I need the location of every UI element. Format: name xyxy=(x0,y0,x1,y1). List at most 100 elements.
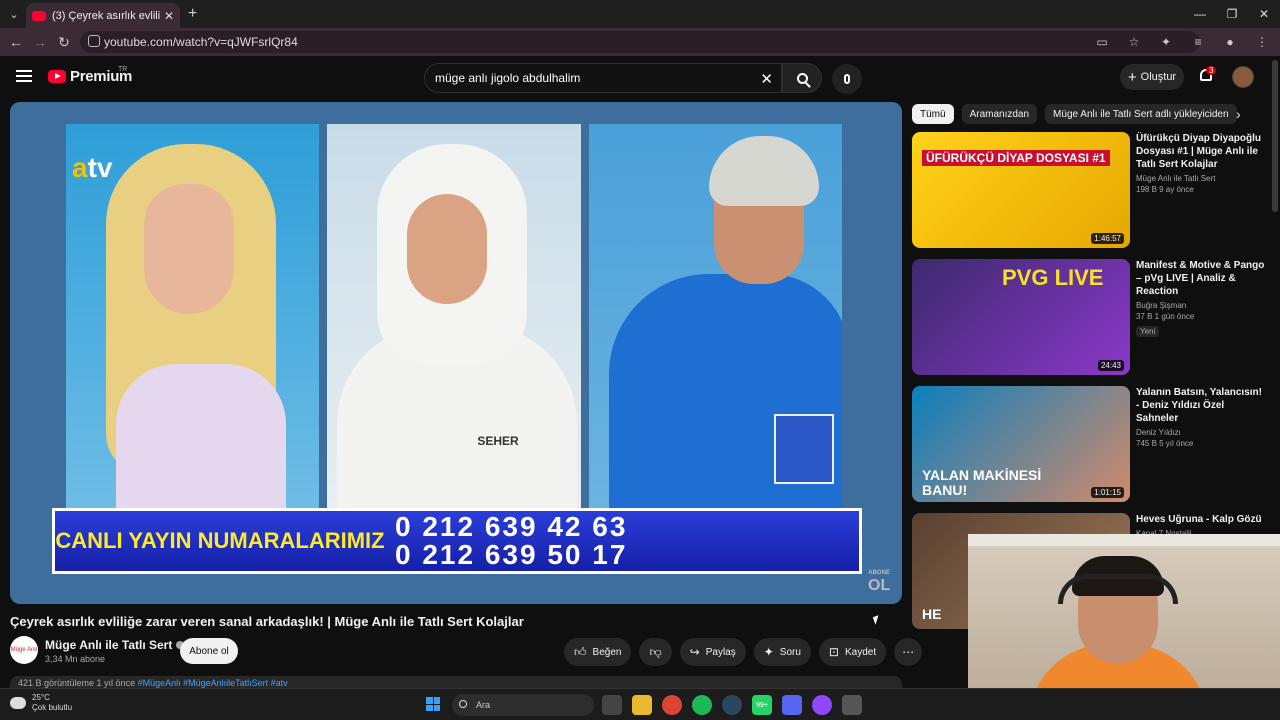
save-button[interactable]: ⊡ Kaydet xyxy=(818,638,887,666)
rec-channel[interactable]: Buğra Şişman xyxy=(1136,301,1266,310)
menu-icon[interactable] xyxy=(16,70,32,82)
dislike-button[interactable]: 👎︎ xyxy=(639,638,672,666)
hashtags[interactable]: #MügeAnlı #MügeAnlıileTatlıSert #atv xyxy=(138,678,288,688)
back-icon[interactable]: ← xyxy=(4,34,28,50)
more-icon: ⋯ xyxy=(902,645,915,659)
windows-start-icon[interactable] xyxy=(426,697,440,711)
whatsapp-icon[interactable]: 99+ xyxy=(752,695,772,715)
microphone-icon xyxy=(844,74,850,84)
ask-button[interactable]: ✦ Soru xyxy=(753,638,811,666)
rec-title[interactable]: Manifest & Motive & Pango – pVg LIVE | A… xyxy=(1136,259,1266,298)
page-scrollbar[interactable] xyxy=(1272,60,1278,212)
video-frame: aatvtv SEHER xyxy=(66,124,842,514)
video-thumbnail[interactable]: ÜFÜRÜKÇÜ DİYAP DOSYASI #1 1:46:57 xyxy=(912,132,1130,248)
minimize-icon[interactable]: — xyxy=(1184,0,1216,28)
reload-icon[interactable]: ↻ xyxy=(52,34,76,51)
clear-search-icon[interactable]: ✕ xyxy=(760,70,773,88)
save-label: Kaydet xyxy=(844,646,877,658)
bookmark-star-icon[interactable]: ☆ xyxy=(1124,32,1144,52)
video-thumbnail[interactable]: PVG LIVE 24:43 xyxy=(912,259,1130,375)
rec-title[interactable]: Üfürükçü Diyap Diyapoğlu Dosyası #1 | Mü… xyxy=(1136,132,1266,171)
channel-name[interactable]: Müge Anlı ile Tatlı Sert xyxy=(45,638,185,652)
windows-taskbar: 25°C Çok bulutlu Ara 99+ xyxy=(0,688,1280,720)
abone-ol-watermark: ABONE OL xyxy=(868,568,890,594)
rec-channel[interactable]: Müge Anlı ile Tatlı Sert xyxy=(1136,174,1266,183)
url-field[interactable]: youtube.com/watch?v=qJWFsrlQr84 xyxy=(80,31,1200,53)
address-bar-icons: ▭ ☆ ✦ ≡ ● ⋮ xyxy=(1092,32,1272,52)
taskbar-search[interactable]: Ara xyxy=(452,694,594,716)
banner-label: CANLI YAYIN NUMARALARIMIZ xyxy=(55,528,385,553)
url-text: youtube.com/watch?v=qJWFsrlQr84 xyxy=(104,35,298,49)
rec-meta: 37 B 1 gün önce xyxy=(1136,312,1195,321)
video-actions: 👍︎ Beğen 👎︎ ↪ Paylaş ✦ Soru ⊡ Kaydet ⋯ xyxy=(564,638,923,666)
mouse-cursor-icon xyxy=(872,615,882,625)
extensions-icon[interactable]: ✦ xyxy=(1156,32,1176,52)
video-info: Üfürükçü Diyap Diyapoğlu Dosyası #1 | Mü… xyxy=(1130,132,1266,259)
thumbs-up-icon: 👍︎ xyxy=(574,644,587,659)
like-button[interactable]: 👍︎ Beğen xyxy=(564,638,632,666)
task-view-icon[interactable] xyxy=(602,695,622,715)
webcam-shelf xyxy=(968,534,1280,546)
share-button[interactable]: ↪ Paylaş xyxy=(679,638,746,666)
rec-meta: 745 B 5 yıl önce xyxy=(1136,439,1194,448)
like-label: Beğen xyxy=(592,646,622,658)
subscribe-button[interactable]: Abone ol xyxy=(180,638,238,664)
rec-title[interactable]: Heves Uğruna - Kalp Gözü xyxy=(1136,513,1266,526)
profile-icon[interactable]: ● xyxy=(1220,32,1240,52)
filter-chips: Tümü Aramanızdan Müge Anlı ile Tatlı Ser… xyxy=(912,104,1237,124)
rec-channel[interactable]: Deniz Yıldızı xyxy=(1136,428,1266,437)
rec-title[interactable]: Yalanın Batsın, Yalancısın! - Deniz Yıld… xyxy=(1136,386,1266,425)
settings-gear-icon[interactable] xyxy=(842,695,862,715)
search-icon xyxy=(459,700,467,708)
create-button[interactable]: + Oluştur xyxy=(1120,64,1184,90)
chip-from-uploader[interactable]: Müge Anlı ile Tatlı Sert adlı yükleyicid… xyxy=(1045,104,1237,124)
search-button[interactable] xyxy=(782,63,822,93)
more-actions-button[interactable]: ⋯ xyxy=(894,638,923,666)
chip-from-search[interactable]: Aramanızdan xyxy=(961,104,1038,124)
search-input[interactable]: müge anlı jigolo abdulhalim ✕ xyxy=(424,63,782,93)
chrome-icon[interactable] xyxy=(662,695,682,715)
forward-icon[interactable]: → xyxy=(28,34,52,50)
account-avatar[interactable] xyxy=(1232,66,1254,88)
browser-tab[interactable]: (3) Çeyrek asırlık evliliğe zarar v ✕ xyxy=(26,3,180,28)
thumbnail-text: ÜFÜRÜKÇÜ DİYAP DOSYASI #1 xyxy=(922,150,1110,166)
close-tab-icon[interactable]: ✕ xyxy=(164,9,174,23)
voice-search-button[interactable] xyxy=(832,64,862,94)
host-dress xyxy=(116,364,286,514)
host-pane: aatvtv xyxy=(66,124,320,514)
list-item[interactable]: ÜFÜRÜKÇÜ DİYAP DOSYASI #1 1:46:57 Üfürük… xyxy=(912,132,1268,259)
app-icon[interactable] xyxy=(812,695,832,715)
region-code: TR xyxy=(118,66,128,73)
video-thumbnail[interactable]: YALAN MAKİNESİ BANU! 1:01:15 xyxy=(912,386,1130,502)
man-pane xyxy=(588,124,842,514)
file-explorer-icon[interactable] xyxy=(632,695,652,715)
list-item[interactable]: YALAN MAKİNESİ BANU! 1:01:15 Yalanın Bat… xyxy=(912,386,1268,513)
weather-condition: Çok bulutlu xyxy=(32,703,73,712)
sparkle-icon: ✦ xyxy=(763,645,774,659)
spotify-icon[interactable] xyxy=(692,695,712,715)
weather-widget[interactable]: 25°C Çok bulutlu xyxy=(10,693,72,713)
video-player[interactable]: aatvtv SEHER CANLI YAYIN NUMARALARIMIZ 0… xyxy=(10,102,902,604)
browser-tabbar: ⌄ (3) Çeyrek asırlık evliliğe zarar v ✕ … xyxy=(0,0,1280,28)
media-control-icon[interactable]: ≡ xyxy=(1188,32,1208,52)
cast-icon[interactable]: ▭ xyxy=(1092,32,1112,52)
youtube-logo[interactable]: Premium TR xyxy=(48,66,132,85)
new-tab-icon[interactable]: + xyxy=(188,5,197,23)
banner-phone-2: 0 212 639 50 17 xyxy=(395,539,628,570)
view-count: 421 B görüntüleme 1 yıl önce xyxy=(18,678,136,688)
tab-search-icon[interactable]: ⌄ xyxy=(0,0,28,28)
list-item[interactable]: PVG LIVE 24:43 Manifest & Motive & Pango… xyxy=(912,259,1268,386)
chevron-right-icon[interactable]: › xyxy=(1236,106,1241,122)
discord-icon[interactable] xyxy=(782,695,802,715)
restore-icon[interactable]: ❐ xyxy=(1216,0,1248,28)
address-bar-row: ← → ↻ youtube.com/watch?v=qJWFsrlQr84 ▭ … xyxy=(0,28,1280,56)
search-icon xyxy=(796,72,808,84)
steam-icon[interactable] xyxy=(722,695,742,715)
chip-all[interactable]: Tümü xyxy=(912,104,954,124)
close-window-icon[interactable]: ✕ xyxy=(1248,0,1280,28)
channel-avatar[interactable]: Müge Anlı xyxy=(10,636,38,664)
notification-badge: 3 xyxy=(1206,66,1217,75)
browser-menu-icon[interactable]: ⋮ xyxy=(1252,32,1272,52)
site-info-icon[interactable] xyxy=(88,35,100,47)
banner-phone-1: 0 212 639 42 63 xyxy=(395,511,628,542)
